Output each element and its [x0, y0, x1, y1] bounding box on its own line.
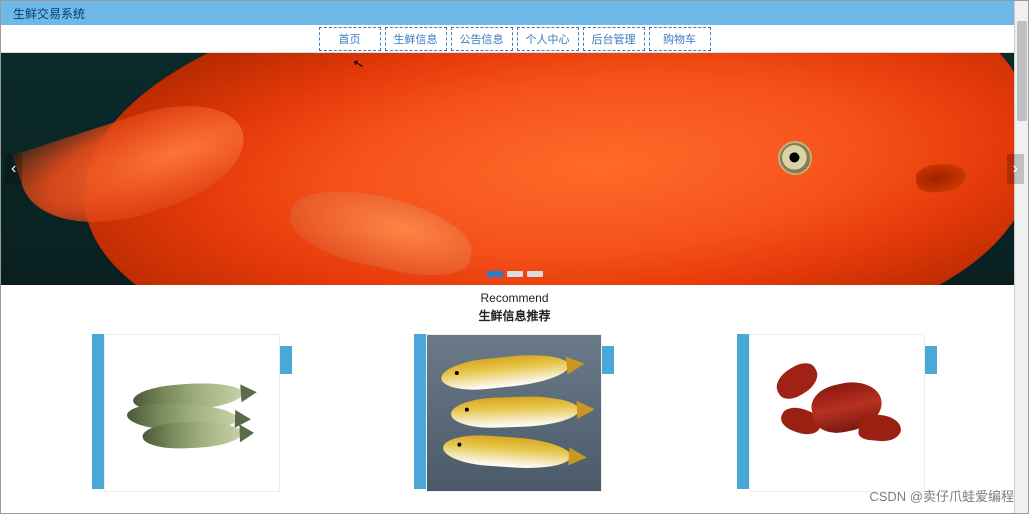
carousel-dot-1[interactable]: [487, 271, 503, 277]
card-frame-v: [737, 334, 749, 489]
fish-illustration: [127, 378, 257, 448]
recommend-cn-label: 生鲜信息推荐: [1, 307, 1028, 324]
scrollbar-thumb[interactable]: [1017, 21, 1027, 121]
product-row: [1, 328, 1028, 506]
nav-cart[interactable]: 购物车: [649, 27, 711, 51]
product-image-1: [104, 334, 280, 492]
yellow-fish-illustration: [427, 335, 601, 491]
product-image-2: [426, 334, 602, 492]
card-frame-v: [92, 334, 104, 489]
watermark-text: CSDN @卖仔爪蛙爱编程: [869, 486, 1014, 505]
card-frame-v: [414, 334, 426, 489]
carousel-dot-2[interactable]: [507, 271, 523, 277]
nav-wrap: 首页 生鲜信息 公告信息 个人中心 后台管理 购物车: [317, 27, 713, 51]
app-title: 生鲜交易系统: [13, 5, 85, 22]
nav-personal[interactable]: 个人中心: [517, 27, 579, 51]
nav-fresh-info[interactable]: 生鲜信息: [385, 27, 447, 51]
nav-home[interactable]: 首页: [319, 27, 381, 51]
nav-container: 首页 生鲜信息 公告信息 个人中心 后台管理 购物车: [1, 25, 1028, 53]
carousel-next-button[interactable]: ›: [1007, 154, 1024, 184]
product-image-3: [749, 334, 925, 492]
product-card-2[interactable]: [414, 334, 614, 506]
vertical-scrollbar[interactable]: [1014, 1, 1028, 513]
nav-notice[interactable]: 公告信息: [451, 27, 513, 51]
carousel-banner: ‹ ›: [1, 53, 1028, 285]
nav-admin[interactable]: 后台管理: [583, 27, 645, 51]
product-card-1[interactable]: [92, 334, 292, 506]
product-card-3[interactable]: [737, 334, 937, 506]
carousel-prev-button[interactable]: ‹: [5, 154, 22, 184]
header-bar: 生鲜交易系统: [1, 1, 1028, 25]
carousel-dot-3[interactable]: [527, 271, 543, 277]
recommend-en-label: Recommend: [1, 291, 1028, 305]
carousel-dots: [487, 271, 543, 277]
crayfish-illustration: [767, 353, 907, 473]
recommend-heading: Recommend 生鲜信息推荐: [1, 285, 1028, 328]
